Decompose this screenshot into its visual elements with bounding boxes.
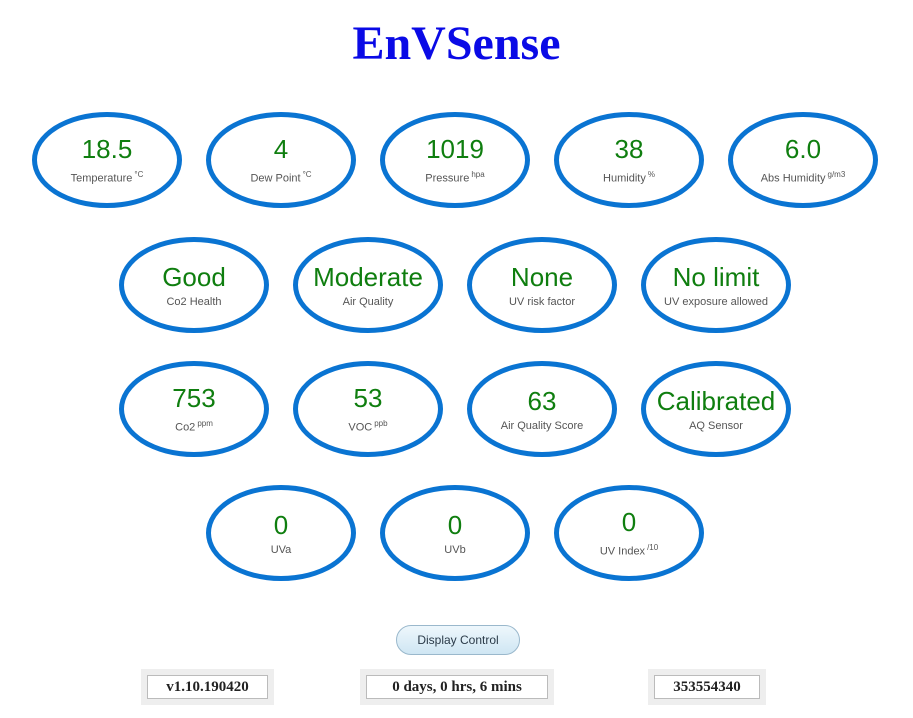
gauge-label-text: UVb bbox=[444, 543, 466, 556]
gauge-label-text: UV Index bbox=[599, 545, 646, 558]
app-title: EnVSense bbox=[352, 17, 561, 70]
uptime-box: 0 days, 0 hrs, 6 mins bbox=[360, 669, 554, 705]
gauge-abs-humidity: 6.0 Abs Humidity g/m3 bbox=[728, 112, 878, 208]
gauge-value: Good bbox=[162, 261, 226, 292]
gauge-label: Humidity% bbox=[603, 168, 655, 186]
gauge-value: 1019 bbox=[426, 134, 484, 165]
gauge-label: VOC ppb bbox=[348, 417, 387, 435]
gauge-label-text: AQ Sensor bbox=[689, 419, 743, 432]
gauge-value: 6.0 bbox=[784, 134, 822, 165]
gauge-unit: °C bbox=[302, 170, 312, 180]
gauge-label-text: UVa bbox=[270, 543, 292, 556]
gauge-uva: 0 UVa bbox=[206, 485, 356, 581]
counter-label: 353554340 bbox=[654, 675, 760, 699]
gauge-unit: °C bbox=[134, 170, 144, 180]
gauge-unit: /10 bbox=[647, 543, 659, 553]
gauge-value: 753 bbox=[172, 383, 216, 414]
gauge-label-text: Co2 Health bbox=[166, 295, 222, 308]
gauge-label-text: Humidity bbox=[603, 172, 646, 185]
display-control-button[interactable]: Display Control bbox=[396, 625, 520, 655]
gauge-uv-index: 0 UV Index/10 bbox=[554, 485, 704, 581]
gauge-unit: ppm bbox=[197, 419, 213, 429]
gauge-label: Co2 Health bbox=[166, 296, 221, 309]
gauge-unit: % bbox=[647, 170, 655, 180]
gauge-label-text: Air Quality bbox=[342, 295, 394, 308]
gauge-label: Co2 ppm bbox=[175, 417, 213, 435]
gauge-unit: hpa bbox=[471, 170, 485, 180]
gauge-aq-score: 63 Air Quality Score bbox=[467, 361, 617, 457]
gauge-value: 0 bbox=[273, 509, 289, 540]
gauge-label: UV risk factor bbox=[509, 296, 575, 309]
gauge-unit: ppb bbox=[374, 419, 388, 429]
gauge-uv-exposure: No limit UV exposure allowed bbox=[641, 237, 791, 333]
gauge-value: None bbox=[510, 261, 574, 292]
version-label: v1.10.190420 bbox=[147, 675, 268, 699]
gauge-uvb: 0 UVb bbox=[380, 485, 530, 581]
gauge-value: Moderate bbox=[313, 261, 423, 292]
gauge-label: UVb bbox=[444, 544, 465, 557]
gauge-value: 0 bbox=[447, 509, 463, 540]
uptime-label: 0 days, 0 hrs, 6 mins bbox=[366, 675, 548, 699]
gauge-label-text: VOC bbox=[348, 421, 373, 434]
gauge-co2: 753 Co2 ppm bbox=[119, 361, 269, 457]
gauge-unit: g/m3 bbox=[827, 170, 846, 180]
gauge-pressure: 1019 Pressure hpa bbox=[380, 112, 530, 208]
gauge-label: Abs Humidity g/m3 bbox=[761, 168, 846, 186]
gauge-dew-point: 4 Dew Point °C bbox=[206, 112, 356, 208]
gauge-label: Pressure hpa bbox=[425, 168, 484, 186]
gauge-value: Calibrated bbox=[656, 385, 776, 416]
gauge-co2-health: Good Co2 Health bbox=[119, 237, 269, 333]
gauge-label-text: Temperature bbox=[70, 172, 133, 185]
gauge-label-text: Air Quality Score bbox=[500, 419, 584, 432]
gauge-label: UVa bbox=[271, 544, 292, 557]
gauge-label: Air Quality bbox=[343, 296, 394, 309]
gauge-label-text: UV exposure allowed bbox=[664, 295, 768, 308]
gauge-label-text: UV risk factor bbox=[508, 295, 575, 308]
gauge-label: UV exposure allowed bbox=[664, 296, 768, 309]
gauge-air-quality: Moderate Air Quality bbox=[293, 237, 443, 333]
gauge-value: 0 bbox=[621, 507, 637, 538]
gauge-aq-sensor: Calibrated AQ Sensor bbox=[641, 361, 791, 457]
gauge-value: 63 bbox=[527, 385, 557, 416]
gauge-humidity: 38 Humidity% bbox=[554, 112, 704, 208]
gauge-temperature: 18.5 Temperature °C bbox=[32, 112, 182, 208]
gauge-label: AQ Sensor bbox=[689, 420, 743, 433]
gauge-value: 4 bbox=[273, 134, 289, 165]
gauge-label-text: Co2 bbox=[175, 421, 196, 434]
version-box: v1.10.190420 bbox=[141, 669, 274, 705]
gauge-label: Temperature °C bbox=[71, 168, 144, 186]
gauge-voc: 53 VOC ppb bbox=[293, 361, 443, 457]
gauge-label: Dew Point °C bbox=[250, 168, 311, 186]
gauge-label: Air Quality Score bbox=[501, 420, 584, 433]
counter-box: 353554340 bbox=[648, 669, 766, 705]
gauge-label-text: Pressure bbox=[425, 172, 470, 185]
gauge-value: No limit bbox=[672, 261, 760, 292]
gauge-value: 53 bbox=[353, 383, 383, 414]
gauge-label-text: Dew Point bbox=[250, 172, 301, 185]
gauge-uv-risk: None UV risk factor bbox=[467, 237, 617, 333]
gauge-label: UV Index/10 bbox=[600, 541, 658, 559]
gauge-label-text: Abs Humidity bbox=[760, 172, 826, 185]
gauge-value: 18.5 bbox=[81, 134, 133, 165]
gauge-value: 38 bbox=[614, 134, 644, 165]
